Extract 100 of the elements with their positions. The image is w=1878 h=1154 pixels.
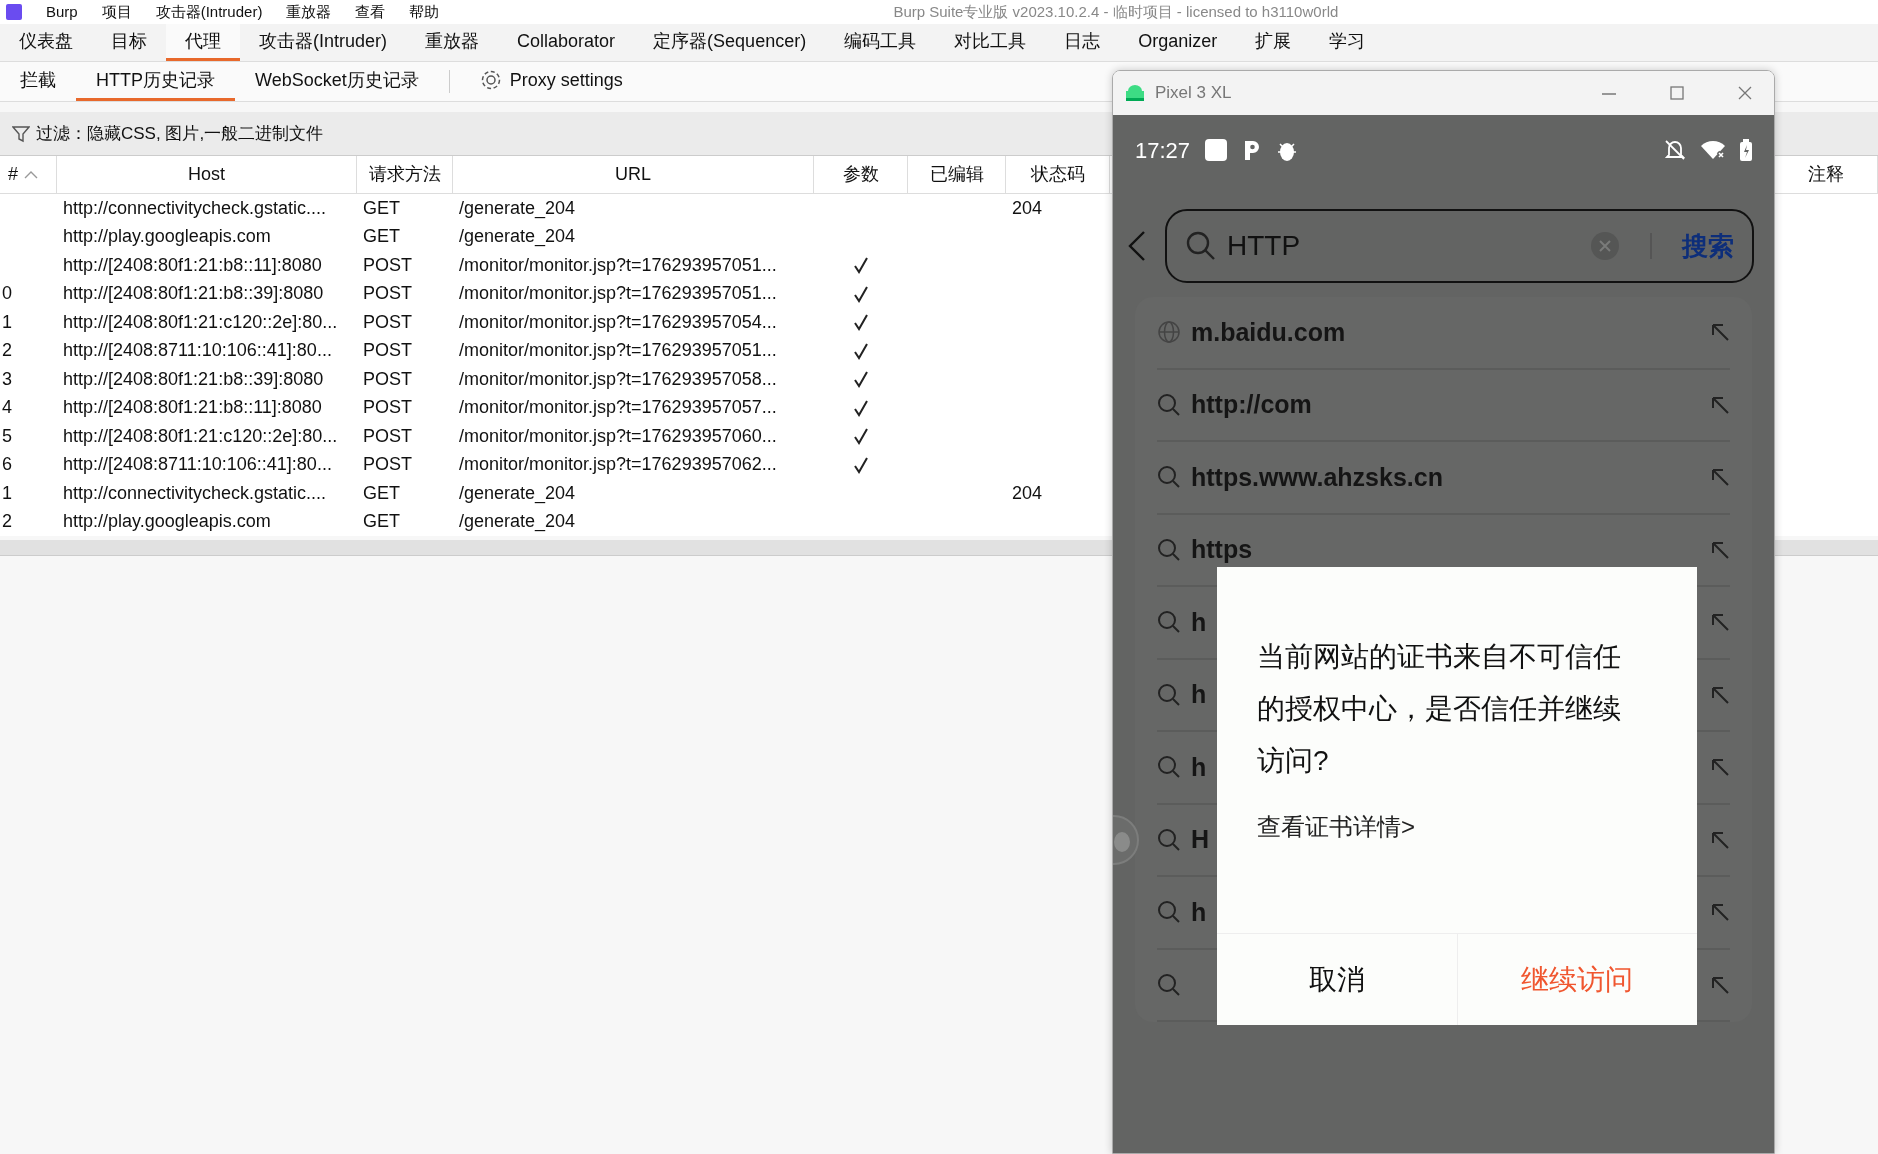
tab[interactable]: 定序器(Sequencer): [634, 24, 826, 61]
column-header[interactable]: Host: [57, 156, 357, 193]
window-title: Pixel 3 XL: [1155, 82, 1232, 105]
menu-item[interactable]: 帮助: [409, 0, 440, 24]
table-cell-text: 1: [1, 481, 13, 505]
tab[interactable]: 学习: [1310, 24, 1385, 61]
table-cell-text: 204: [1011, 481, 1044, 505]
fill-arrow-icon[interactable]: [1710, 394, 1730, 415]
table-cell-text: 0: [1, 282, 13, 306]
table-cell-text: /monitor/monitor.jsp?t=176293957060...: [458, 424, 778, 448]
table-cell-text: POST: [362, 396, 413, 420]
table-cell-text: 2: [1, 339, 13, 363]
menu-item[interactable]: 攻击器(Intruder): [155, 0, 263, 24]
fill-arrow-icon[interactable]: [1710, 467, 1730, 488]
settings-button[interactable]: Proxy settings: [459, 62, 643, 101]
table-cell-text: http://[2408:80f1:21:c120::2e]:80...: [62, 424, 339, 448]
tab[interactable]: 仪表盘: [0, 24, 92, 61]
table-cell-text: POST: [362, 339, 413, 363]
tab[interactable]: 目标: [92, 24, 166, 61]
search-icon: [1157, 827, 1181, 852]
table-cell-text: POST: [362, 424, 413, 448]
cancel-button[interactable]: 取消: [1217, 934, 1457, 1025]
app-logo-icon: [6, 4, 22, 20]
table-cell-text: http://connectivitycheck.gstatic....: [62, 481, 328, 505]
table-cell-text: GET: [362, 196, 401, 220]
table-cell-text: http://connectivitycheck.gstatic....: [62, 196, 328, 220]
window-title: Burp Suite专业版 v2023.10.2.4 - 临时项目 - licensed to h3110w0rld: [893, 1, 1339, 22]
table-cell-text: POST: [362, 367, 413, 391]
search-icon: [1157, 392, 1181, 417]
column-header[interactable]: 已编辑: [908, 156, 1006, 193]
menu-item[interactable]: 项目: [101, 0, 132, 24]
tab[interactable]: 拦截: [0, 62, 76, 101]
table-cell-text: /monitor/monitor.jsp?t=176293957057...: [458, 396, 778, 420]
column-header[interactable]: 状态码: [1006, 156, 1110, 193]
table-cell-text: http://[2408:80f1:21:c120::2e]:80...: [62, 310, 339, 334]
table-cell-text: 3: [1, 367, 13, 391]
table-cell-text: POST: [362, 310, 413, 334]
table-cell-text: /monitor/monitor.jsp?t=176293957051...: [458, 282, 778, 306]
table-cell-text: GET: [362, 225, 401, 249]
table-cell-text: http://play.googleapis.com: [62, 510, 272, 534]
tab[interactable]: 编码工具: [825, 24, 936, 61]
table-cell-text: http://[2408:8711:10:106::41]:80...: [62, 453, 333, 477]
table-cell-text: http://[2408:8711:10:106::41]:80...: [62, 339, 333, 363]
table-cell-text: 6: [1, 453, 13, 477]
fill-arrow-icon[interactable]: [1710, 322, 1730, 343]
table-cell-text: GET: [362, 510, 401, 534]
table-cell-text: http://[2408:80f1:21:b8::39]:8080: [62, 282, 325, 306]
filter-icon: [12, 124, 30, 143]
certificate-details-link[interactable]: 查看证书详情>: [1257, 809, 1415, 845]
search-icon: [1157, 755, 1181, 780]
globe-icon: [1157, 320, 1181, 345]
fill-arrow-icon[interactable]: [1710, 829, 1730, 850]
tab[interactable]: 扩展: [1236, 24, 1311, 61]
wifi-off-icon: [1700, 140, 1726, 160]
muted-bell-icon: [1664, 139, 1686, 161]
search-icon: [1157, 465, 1181, 490]
tab[interactable]: 攻击器(Intruder): [240, 24, 407, 61]
table-cell-text: /generate_204: [458, 225, 577, 249]
menu-item[interactable]: 重放器: [286, 0, 332, 24]
table-cell-text: 204: [1011, 196, 1044, 220]
tab[interactable]: 代理: [166, 24, 240, 61]
fill-arrow-icon[interactable]: [1710, 757, 1730, 778]
tab[interactable]: 日志: [1045, 24, 1120, 61]
table-cell-text: 2: [1, 510, 13, 534]
back-icon[interactable]: [1127, 230, 1147, 262]
fill-arrow-icon[interactable]: [1710, 612, 1730, 633]
column-header[interactable]: 请求方法: [357, 156, 453, 193]
android-icon: [1125, 84, 1145, 102]
table-cell-text: GET: [362, 481, 401, 505]
tab[interactable]: 对比工具: [935, 24, 1046, 61]
fill-arrow-icon[interactable]: [1710, 539, 1730, 560]
fill-arrow-icon[interactable]: [1710, 684, 1730, 705]
status-time: 17:27: [1135, 136, 1191, 165]
clear-icon[interactable]: [1590, 231, 1620, 261]
dialog-message: 当前网站的证书来自不可信任的授权中心，是否信任并继续访问?: [1256, 640, 1622, 778]
menu-item[interactable]: Burp: [46, 0, 78, 24]
table-cell-text: 5: [1, 424, 13, 448]
sort-ascending-icon: [24, 169, 38, 180]
menu-item[interactable]: 查看: [355, 0, 386, 24]
table-cell-text: /monitor/monitor.jsp?t=176293957051...: [458, 339, 778, 363]
table-cell-text: 1: [1, 310, 13, 334]
column-header[interactable]: 注释: [1775, 156, 1878, 193]
table-cell-text: /monitor/monitor.jsp?t=176293957054...: [458, 310, 778, 334]
battery-charging-icon: [1740, 139, 1752, 161]
tab[interactable]: 重放器: [406, 24, 499, 61]
column-header[interactable]: 参数: [814, 156, 908, 193]
tab[interactable]: Collaborator: [498, 24, 635, 61]
table-cell-text: POST: [362, 453, 413, 477]
column-header[interactable]: URL: [453, 156, 814, 193]
tab[interactable]: Organizer: [1119, 24, 1237, 61]
tab[interactable]: WebSocket历史记录: [235, 62, 439, 101]
table-cell-text: http://[2408:80f1:21:b8::11]:8080: [62, 396, 323, 420]
search-icon: [1185, 230, 1217, 262]
fill-arrow-icon[interactable]: [1710, 902, 1730, 923]
table-cell-text: /generate_204: [458, 196, 577, 221]
search-icon: [1157, 972, 1181, 997]
notification-icon: [1204, 138, 1229, 162]
filter-label[interactable]: 过滤：隐藏CSS, 图片,一般二进制文件: [36, 120, 324, 147]
fill-arrow-icon[interactable]: [1710, 974, 1730, 995]
search-icon: [1157, 610, 1181, 635]
